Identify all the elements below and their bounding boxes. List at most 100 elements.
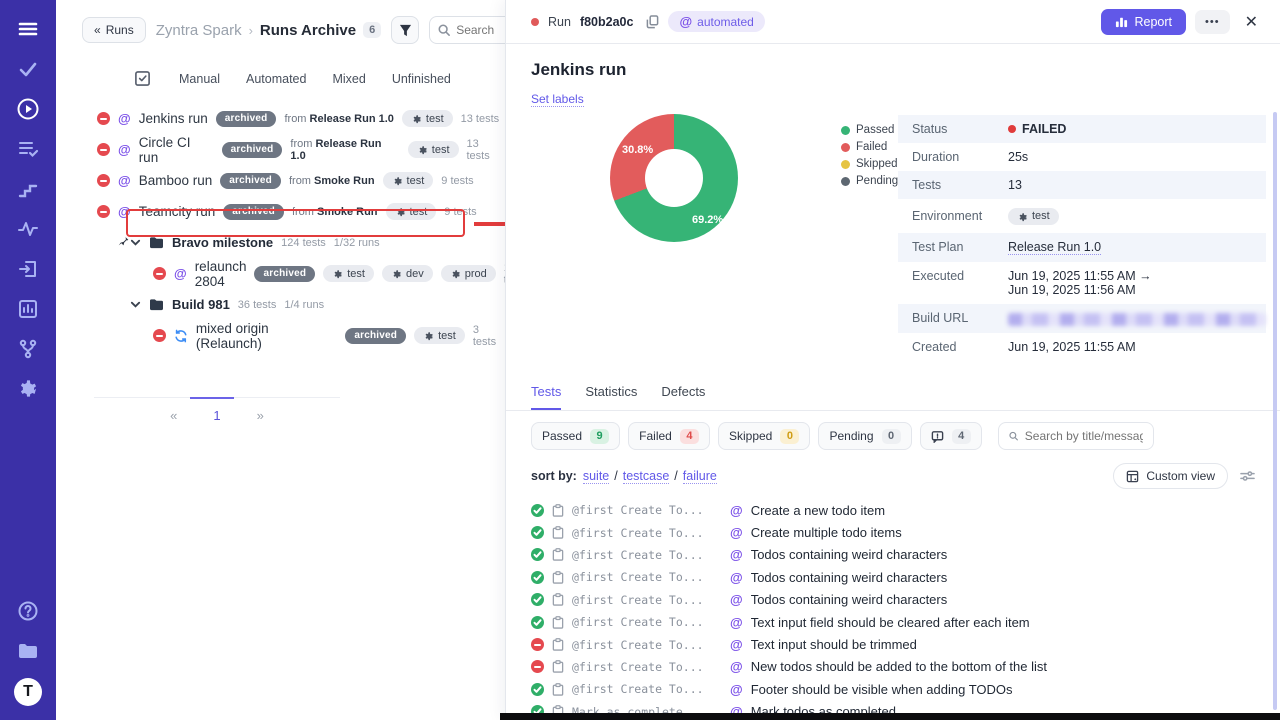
pagination: « 1 » bbox=[94, 397, 340, 423]
tests-icon[interactable] bbox=[15, 56, 41, 82]
help-icon[interactable] bbox=[15, 598, 41, 624]
automated-type-badge[interactable]: @automated bbox=[668, 11, 764, 32]
filter-button[interactable] bbox=[391, 16, 419, 44]
test-title[interactable]: Text input should be trimmed bbox=[751, 637, 917, 652]
test-title[interactable]: Footer should be visible when adding TOD… bbox=[751, 682, 1013, 697]
summary-row-test-plan: Test Plan Release Run 1.0 bbox=[898, 233, 1266, 262]
automated-test-icon: @ bbox=[730, 659, 743, 674]
test-row[interactable]: @first Create To...@Create a new todo it… bbox=[531, 499, 1280, 521]
test-row[interactable]: @first Create To...@Todos containing wei… bbox=[531, 566, 1280, 588]
back-to-runs-button[interactable]: « Runs bbox=[82, 17, 146, 43]
test-row[interactable]: @first Create To...@Todos containing wei… bbox=[531, 544, 1280, 566]
sort-testcase-link[interactable]: testcase bbox=[623, 469, 670, 484]
custom-view-button[interactable]: Custom view bbox=[1113, 463, 1228, 489]
projects-icon[interactable] bbox=[15, 638, 41, 664]
test-row[interactable]: @first Create To...@Text input field sho… bbox=[531, 611, 1280, 633]
sliders-icon[interactable] bbox=[1240, 469, 1255, 483]
milestone-row-bravo[interactable]: Bravo milestone 124 tests 1/32 runs bbox=[56, 227, 505, 258]
test-title[interactable]: Todos containing weird characters bbox=[751, 592, 948, 607]
tab-tests[interactable]: Tests bbox=[531, 384, 561, 410]
tab-automated[interactable]: Automated bbox=[246, 72, 306, 86]
failed-status-icon bbox=[153, 267, 166, 280]
more-options-button[interactable]: ••• bbox=[1195, 10, 1230, 34]
milestone-name[interactable]: Build 981 bbox=[172, 297, 230, 312]
run-row-relaunch-2804[interactable]: @ relaunch 2804 archived test dev prod 1… bbox=[56, 258, 505, 289]
menu-icon[interactable] bbox=[15, 16, 41, 42]
set-labels-link[interactable]: Set labels bbox=[531, 92, 584, 107]
tab-manual[interactable]: Manual bbox=[179, 72, 220, 86]
test-title[interactable]: Text input field should be cleared after… bbox=[751, 615, 1030, 630]
run-label: Run bbox=[548, 15, 571, 29]
test-suite: @first Create To... bbox=[572, 660, 722, 674]
test-title[interactable]: Todos containing weird characters bbox=[751, 570, 948, 585]
tests-search-input[interactable] bbox=[1025, 429, 1143, 443]
filter-failed[interactable]: Failed4 bbox=[628, 422, 710, 450]
tab-unfinished[interactable]: Unfinished bbox=[392, 72, 451, 86]
filter-skipped[interactable]: Skipped0 bbox=[718, 422, 811, 450]
sort-suite-link[interactable]: suite bbox=[583, 469, 609, 484]
run-row-bamboo[interactable]: @ Bamboo run archived from Smoke Run tes… bbox=[56, 165, 505, 196]
run-row-mixed-origin[interactable]: mixed origin (Relaunch) archived test 3 … bbox=[56, 320, 505, 351]
test-title[interactable]: Create a new todo item bbox=[751, 503, 885, 518]
milestone-name[interactable]: Bravo milestone bbox=[172, 235, 273, 250]
run-type-tabs: Manual Automated Mixed Unfinished bbox=[56, 44, 505, 99]
run-name[interactable]: relaunch 2804 bbox=[195, 259, 247, 289]
vertical-scrollbar[interactable] bbox=[1273, 112, 1277, 710]
breadcrumb-project[interactable]: Zyntra Spark bbox=[156, 22, 242, 39]
automated-test-icon: @ bbox=[730, 525, 743, 540]
test-suite: @first Create To... bbox=[572, 548, 722, 562]
run-row-jenkins[interactable]: @ Jenkins run archived from Release Run … bbox=[56, 103, 505, 134]
runs-search-input[interactable] bbox=[456, 23, 510, 37]
test-row[interactable]: @first Create To...@Text input should be… bbox=[531, 633, 1280, 655]
test-row[interactable]: @first Create To...@Create multiple todo… bbox=[531, 521, 1280, 543]
runs-panel: « Runs Zyntra Spark › Runs Archive 6 Man… bbox=[56, 0, 505, 720]
report-button[interactable]: Report bbox=[1101, 9, 1187, 35]
branches-icon[interactable] bbox=[15, 336, 41, 362]
automated-test-icon: @ bbox=[730, 503, 743, 518]
run-name[interactable]: mixed origin (Relaunch) bbox=[196, 321, 337, 351]
run-name[interactable]: Circle CI run bbox=[139, 135, 214, 165]
sort-failure-link[interactable]: failure bbox=[683, 469, 717, 484]
test-plans-icon[interactable] bbox=[15, 136, 41, 162]
tab-defects[interactable]: Defects bbox=[661, 384, 705, 410]
filter-pending[interactable]: Pending0 bbox=[818, 422, 911, 450]
import-icon[interactable] bbox=[15, 256, 41, 282]
tab-mixed[interactable]: Mixed bbox=[332, 72, 365, 86]
test-title[interactable]: Todos containing weird characters bbox=[751, 547, 948, 562]
settings-icon[interactable] bbox=[15, 376, 41, 402]
chevron-down-icon[interactable] bbox=[130, 237, 141, 248]
test-row[interactable]: @first Create To...@Todos containing wei… bbox=[531, 589, 1280, 611]
steps-icon[interactable] bbox=[15, 176, 41, 202]
app-logo[interactable]: T bbox=[14, 678, 42, 706]
run-name[interactable]: Bamboo run bbox=[139, 173, 213, 188]
select-all-icon[interactable] bbox=[134, 70, 151, 87]
automated-test-icon: @ bbox=[730, 682, 743, 697]
test-title[interactable]: New todos should be added to the bottom … bbox=[751, 659, 1047, 674]
run-name[interactable]: Teamcity run bbox=[139, 204, 216, 219]
filter-comments[interactable]: 4 bbox=[920, 422, 982, 450]
copy-icon[interactable] bbox=[646, 15, 659, 29]
clipboard-icon bbox=[552, 638, 564, 651]
runs-icon[interactable] bbox=[15, 96, 41, 122]
build-url-redacted[interactable] bbox=[1008, 313, 1266, 326]
run-row-circle-ci[interactable]: @ Circle CI run archived from Release Ru… bbox=[56, 134, 505, 165]
clipboard-icon bbox=[552, 660, 564, 673]
reports-icon[interactable] bbox=[15, 296, 41, 322]
filter-passed[interactable]: Passed9 bbox=[531, 422, 620, 450]
test-row[interactable]: @first Create To... @ New todos should be … bbox=[531, 656, 1280, 678]
test-plan-link[interactable]: Release Run 1.0 bbox=[1008, 240, 1101, 255]
tab-statistics[interactable]: Statistics bbox=[585, 384, 637, 410]
run-row-teamcity[interactable]: @ Teamcity run archived from Smoke Run t… bbox=[56, 196, 505, 227]
test-title[interactable]: Create multiple todo items bbox=[751, 525, 902, 540]
close-detail-button[interactable]: ✕ bbox=[1239, 8, 1264, 36]
pagination-page-1[interactable]: 1 bbox=[213, 408, 220, 423]
milestone-row-build-981[interactable]: Build 981 36 tests 1/4 runs bbox=[56, 289, 505, 320]
pagination-prev[interactable]: « bbox=[170, 408, 177, 423]
pagination-next[interactable]: » bbox=[257, 408, 264, 423]
run-detail-panel: Run f80b2a0c @automated Report ••• ✕ Jen… bbox=[505, 0, 1280, 720]
run-name[interactable]: Jenkins run bbox=[139, 111, 208, 126]
milestone-runs-count: 1/4 runs bbox=[284, 299, 324, 311]
chevron-down-icon[interactable] bbox=[130, 299, 141, 310]
analytics-icon[interactable] bbox=[15, 216, 41, 242]
test-row[interactable]: @first Create To...@Footer should be vis… bbox=[531, 678, 1280, 700]
